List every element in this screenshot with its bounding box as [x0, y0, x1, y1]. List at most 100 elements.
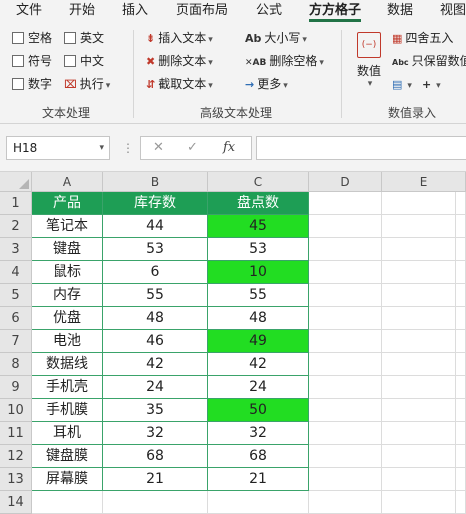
- cell[interactable]: [382, 491, 456, 514]
- cell[interactable]: [456, 215, 466, 238]
- table-cell[interactable]: 6: [103, 261, 208, 284]
- cell[interactable]: [103, 491, 208, 514]
- select-all-corner[interactable]: [0, 172, 32, 192]
- cell[interactable]: [456, 192, 466, 215]
- row-header[interactable]: 6: [0, 307, 32, 330]
- tab-view[interactable]: 视图: [440, 2, 466, 22]
- cell[interactable]: [309, 192, 382, 215]
- column-header[interactable]: A: [32, 172, 103, 192]
- table-cell[interactable]: 内存: [32, 284, 103, 307]
- table-cell[interactable]: 优盘: [32, 307, 103, 330]
- checkbox-number[interactable]: 数字: [12, 74, 52, 94]
- row-header[interactable]: 9: [0, 376, 32, 399]
- table-cell[interactable]: 笔记本: [32, 215, 103, 238]
- number-tools[interactable]: ▤ ▾ + ▾: [392, 74, 441, 94]
- table-header-cell[interactable]: 库存数: [103, 192, 208, 215]
- table-cell[interactable]: 电池: [32, 330, 103, 353]
- insert-text-button[interactable]: ⇟ 插入文本 ▾: [146, 28, 213, 48]
- tab-page-layout[interactable]: 页面布局: [176, 2, 228, 22]
- tab-home[interactable]: 开始: [69, 2, 95, 22]
- row-header[interactable]: 4: [0, 261, 32, 284]
- row-header[interactable]: 3: [0, 238, 32, 261]
- row-header[interactable]: 2: [0, 215, 32, 238]
- cell[interactable]: [309, 491, 382, 514]
- cell[interactable]: [309, 422, 382, 445]
- cell[interactable]: [456, 376, 466, 399]
- cell[interactable]: [456, 399, 466, 422]
- cell[interactable]: [382, 445, 456, 468]
- table-cell[interactable]: 44: [103, 215, 208, 238]
- cell[interactable]: [382, 399, 456, 422]
- cancel-icon[interactable]: ✕: [153, 140, 164, 155]
- row-header[interactable]: 1: [0, 192, 32, 215]
- checkbox-english[interactable]: 英文: [64, 28, 104, 48]
- highlighted-cell[interactable]: 50: [208, 399, 309, 422]
- table-cell[interactable]: 耳机: [32, 422, 103, 445]
- case-button[interactable]: Ab 大小写 ▾: [245, 28, 307, 48]
- table-cell[interactable]: 键盘膜: [32, 445, 103, 468]
- checkbox-chinese[interactable]: 中文: [64, 51, 104, 71]
- column-header[interactable]: C: [208, 172, 309, 192]
- row-header[interactable]: 12: [0, 445, 32, 468]
- cell[interactable]: [208, 491, 309, 514]
- cell[interactable]: [456, 238, 466, 261]
- chevron-down-icon[interactable]: ▾: [99, 137, 104, 159]
- cell[interactable]: [382, 284, 456, 307]
- cell[interactable]: [32, 491, 103, 514]
- round-button[interactable]: ▦ 四舍五入: [392, 28, 453, 48]
- cell[interactable]: [456, 491, 466, 514]
- row-header[interactable]: 5: [0, 284, 32, 307]
- cell[interactable]: [382, 192, 456, 215]
- cell[interactable]: [309, 353, 382, 376]
- cell[interactable]: [382, 376, 456, 399]
- cell[interactable]: [456, 445, 466, 468]
- fx-icon[interactable]: fx: [223, 140, 235, 155]
- table-cell[interactable]: 42: [103, 353, 208, 376]
- row-header[interactable]: 7: [0, 330, 32, 353]
- cell[interactable]: [382, 215, 456, 238]
- tab-formulas[interactable]: 公式: [256, 2, 282, 22]
- tab-file[interactable]: 文件: [16, 2, 42, 22]
- row-header[interactable]: 8: [0, 353, 32, 376]
- column-header[interactable]: [456, 172, 466, 192]
- delete-space-button[interactable]: ✕AB 删除空格 ▾: [245, 51, 324, 71]
- cell[interactable]: [382, 422, 456, 445]
- column-header[interactable]: B: [103, 172, 208, 192]
- column-header[interactable]: E: [382, 172, 466, 192]
- row-header[interactable]: 11: [0, 422, 32, 445]
- highlighted-cell[interactable]: 45: [208, 215, 309, 238]
- table-cell[interactable]: 48: [103, 307, 208, 330]
- cell[interactable]: [309, 445, 382, 468]
- cell[interactable]: [382, 307, 456, 330]
- cell[interactable]: [309, 307, 382, 330]
- cell[interactable]: [309, 261, 382, 284]
- cell[interactable]: [382, 261, 456, 284]
- formula-input[interactable]: [256, 136, 466, 160]
- name-box[interactable]: H18 ▾: [6, 136, 110, 160]
- cell[interactable]: [382, 353, 456, 376]
- table-cell[interactable]: 键盘: [32, 238, 103, 261]
- table-cell[interactable]: 55: [208, 284, 309, 307]
- table-cell[interactable]: 53: [103, 238, 208, 261]
- value-button[interactable]: (−) 数值 ▾: [352, 30, 386, 90]
- row-header[interactable]: 10: [0, 399, 32, 422]
- table-cell[interactable]: 数据线: [32, 353, 103, 376]
- table-cell[interactable]: 68: [103, 445, 208, 468]
- tab-insert[interactable]: 插入: [122, 2, 148, 22]
- cell[interactable]: [309, 330, 382, 353]
- more-button[interactable]: → 更多 ▾: [245, 74, 288, 94]
- keep-value-button[interactable]: Abc 只保留数值: [392, 51, 466, 71]
- highlighted-cell[interactable]: 49: [208, 330, 309, 353]
- table-cell[interactable]: 42: [208, 353, 309, 376]
- cell[interactable]: [309, 376, 382, 399]
- confirm-icon[interactable]: ✓: [187, 140, 198, 155]
- cell[interactable]: [382, 330, 456, 353]
- table-cell[interactable]: 24: [103, 376, 208, 399]
- table-cell[interactable]: 35: [103, 399, 208, 422]
- checkbox-symbol[interactable]: 符号: [12, 51, 52, 71]
- table-cell[interactable]: 46: [103, 330, 208, 353]
- cell[interactable]: [456, 330, 466, 353]
- table-cell[interactable]: 手机壳: [32, 376, 103, 399]
- highlighted-cell[interactable]: 10: [208, 261, 309, 284]
- table-cell[interactable]: 24: [208, 376, 309, 399]
